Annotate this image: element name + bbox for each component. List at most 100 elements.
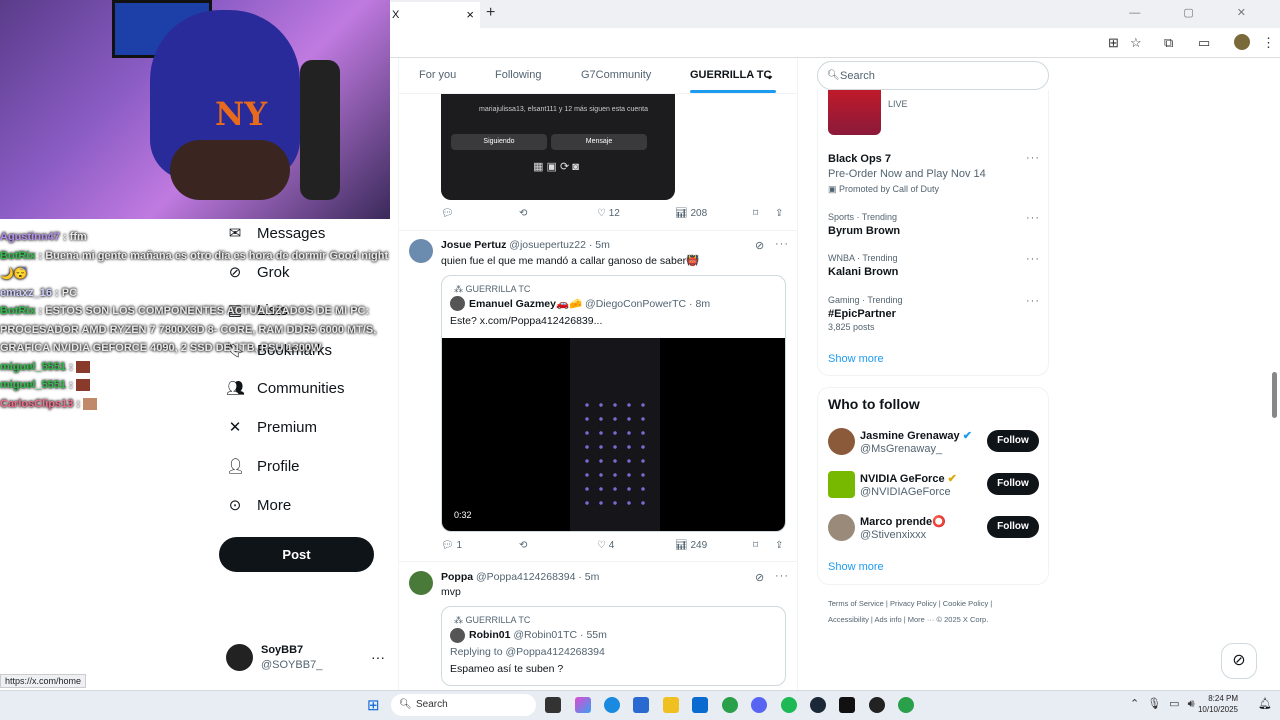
like-button[interactable]: ♡ 4 xyxy=(597,540,614,551)
mets-logo: NY xyxy=(215,95,268,133)
tweet-image[interactable]: mariajulissa13, elsant111 y 12 más sigue… xyxy=(441,88,675,200)
new-tab-button[interactable]: + xyxy=(486,4,495,22)
more-dots-icon[interactable]: ··· xyxy=(775,238,789,250)
avatar[interactable] xyxy=(828,428,855,455)
obs-icon[interactable] xyxy=(869,697,885,713)
discord-icon[interactable] xyxy=(751,697,767,713)
copilot-icon[interactable] xyxy=(575,697,591,713)
steam-icon[interactable] xyxy=(810,697,826,713)
video-player[interactable]: 0:32 xyxy=(442,338,785,531)
tweet-author[interactable]: Poppa @Poppa4124268394 · 5m xyxy=(441,571,599,583)
repost-icon[interactable]: ⟲ xyxy=(519,208,527,219)
follow-button[interactable]: Follow xyxy=(987,430,1039,452)
chat-message: Agustinn47 : ffm xyxy=(0,231,87,243)
reply-button[interactable]: 💬︎ 1 xyxy=(441,540,462,551)
quoted-tweet[interactable]: ⁂ GUERRILLA TC Emanuel Gazmey🚗🧀 @DiegoCo… xyxy=(441,275,786,532)
search-icon: 🔍︎ xyxy=(399,699,412,710)
extensions-icon[interactable]: ⧉ xyxy=(1164,35,1173,51)
store-icon[interactable] xyxy=(633,697,649,713)
person-icon: 👤︎ xyxy=(226,458,246,475)
share-icon[interactable]: ⇪ xyxy=(775,540,783,551)
taskbar-search[interactable]: 🔍︎ Search xyxy=(391,694,536,716)
show-more-trends[interactable]: Show more xyxy=(828,353,884,365)
grok-icon[interactable]: ⊘ xyxy=(755,571,765,584)
post-button[interactable]: Post xyxy=(219,537,374,572)
trend-title[interactable]: Byrum Brown xyxy=(828,225,900,237)
bookmark-icon[interactable]: ⌑ xyxy=(753,540,758,551)
tab-title: X xyxy=(392,9,400,21)
more-dots-icon[interactable]: ··· xyxy=(1026,295,1040,307)
stream-chat-overlay: Agustinn47 : ffm BotRix : Buena mi gente… xyxy=(0,228,405,438)
footer-links[interactable]: Terms of Service | Privacy Policy | Cook… xyxy=(828,599,992,608)
browser-menu-icon[interactable]: ⋮ xyxy=(1262,35,1275,51)
nav-more[interactable]: ⊙ More xyxy=(226,496,291,515)
grok-icon[interactable]: ⊘ xyxy=(1221,643,1257,679)
search-input[interactable]: 🔍︎ Search xyxy=(817,61,1049,90)
avatar[interactable] xyxy=(409,239,433,263)
browser-profile-avatar[interactable] xyxy=(1234,34,1250,50)
grok-icon[interactable]: ⊘ xyxy=(755,239,765,252)
more-dots-icon[interactable]: ··· xyxy=(775,570,789,582)
chat-message: CarlosClips13 : xyxy=(0,395,405,414)
file-explorer-icon[interactable] xyxy=(663,697,679,713)
more-circle-icon: ⊙ xyxy=(228,497,242,514)
browser-tab[interactable]: X × xyxy=(390,2,480,28)
views-count[interactable]: 📊︎ 208 xyxy=(675,208,707,219)
repost-icon[interactable]: ⟲ xyxy=(519,540,527,551)
scrollbar[interactable] xyxy=(1272,372,1277,418)
follow-name[interactable]: Jasmine Grenaway ✔ xyxy=(860,429,972,442)
notification-bell-icon[interactable]: 🔔︎ xyxy=(1258,697,1272,710)
trend-posts: 3,825 posts xyxy=(828,322,875,332)
bookmark-star-icon[interactable]: ☆ xyxy=(1130,35,1142,51)
avatar[interactable] xyxy=(409,571,433,595)
nvidia-logo[interactable] xyxy=(828,471,855,498)
trend-title[interactable]: #EpicPartner xyxy=(828,308,896,320)
follow-name[interactable]: NVIDIA GeForce ✔ xyxy=(860,472,957,485)
sidebar-icon[interactable]: ▭ xyxy=(1198,35,1210,51)
tab-following[interactable]: Following xyxy=(495,69,541,81)
tab-for-you[interactable]: For you xyxy=(419,69,456,81)
like-button[interactable]: ♡ 12 xyxy=(597,208,620,219)
ad-title[interactable]: Black Ops 7 xyxy=(828,153,891,165)
chrome-icon[interactable] xyxy=(722,697,738,713)
tweet-author[interactable]: Josue Pertuz @josuepertuz22 · 5m xyxy=(441,239,610,251)
reply-icon[interactable]: 💬︎ xyxy=(441,208,454,219)
follow-button[interactable]: Follow xyxy=(987,473,1039,495)
more-dots-icon[interactable]: ··· xyxy=(1026,212,1040,224)
streamer-face xyxy=(170,140,290,200)
tab-guerrilla-tc[interactable]: GUERRILLA TC xyxy=(690,69,771,81)
taskbar-clock[interactable]: 8:24 PM 10/10/2025 xyxy=(1198,693,1238,715)
trend-title[interactable]: Kalani Brown xyxy=(828,266,898,278)
more-dots-icon[interactable]: ··· xyxy=(371,649,385,665)
more-dots-icon[interactable]: ··· xyxy=(1026,152,1040,164)
tab-g7community[interactable]: G7Community xyxy=(581,69,651,81)
install-app-icon[interactable]: ⊞ xyxy=(1108,35,1119,51)
terminal-icon[interactable] xyxy=(839,697,855,713)
views-count[interactable]: 📊︎ 249 xyxy=(675,540,707,551)
show-more-follow[interactable]: Show more xyxy=(828,561,884,573)
edge-icon[interactable] xyxy=(604,697,620,713)
account-switcher[interactable]: SoyBB7 @SOYBB7_ ··· xyxy=(226,644,386,674)
window-controls[interactable]: — ▢ ✕ xyxy=(1129,6,1266,19)
avatar xyxy=(450,296,465,311)
taskview-icon[interactable] xyxy=(545,697,561,713)
more-dots-icon[interactable]: ··· xyxy=(1026,253,1040,265)
spotify-icon[interactable] xyxy=(781,697,797,713)
nav-profile[interactable]: 👤︎ Profile xyxy=(226,457,300,476)
windows-start-icon[interactable]: ⊞ xyxy=(367,696,380,714)
close-tab-icon[interactable]: × xyxy=(466,2,474,28)
chrome-icon[interactable] xyxy=(898,697,914,713)
system-tray-icons[interactable]: ⌃🎙︎▭🔊︎ xyxy=(1130,697,1203,711)
quoted-tweet[interactable]: ⁂ GUERRILLA TC Robin01 @Robin01TC · 55m … xyxy=(441,606,786,686)
footer-links[interactable]: Accessibility | Ads info | More ··· © 20… xyxy=(828,615,988,624)
follow-button[interactable]: Follow xyxy=(987,516,1039,538)
bookmark-icon[interactable]: ⌑ xyxy=(753,208,758,219)
share-icon[interactable]: ⇪ xyxy=(775,208,783,219)
verified-badge-icon: ✔ xyxy=(947,473,957,485)
avatar[interactable] xyxy=(828,514,855,541)
outlook-icon[interactable] xyxy=(692,697,708,713)
ad-promoted: ▣ Promoted by Call of Duty xyxy=(828,184,940,194)
chevron-down-icon[interactable]: ⌄ xyxy=(765,69,774,82)
follow-name[interactable]: Marco prende⭕ xyxy=(860,515,946,528)
event-thumbnail[interactable] xyxy=(828,90,881,135)
